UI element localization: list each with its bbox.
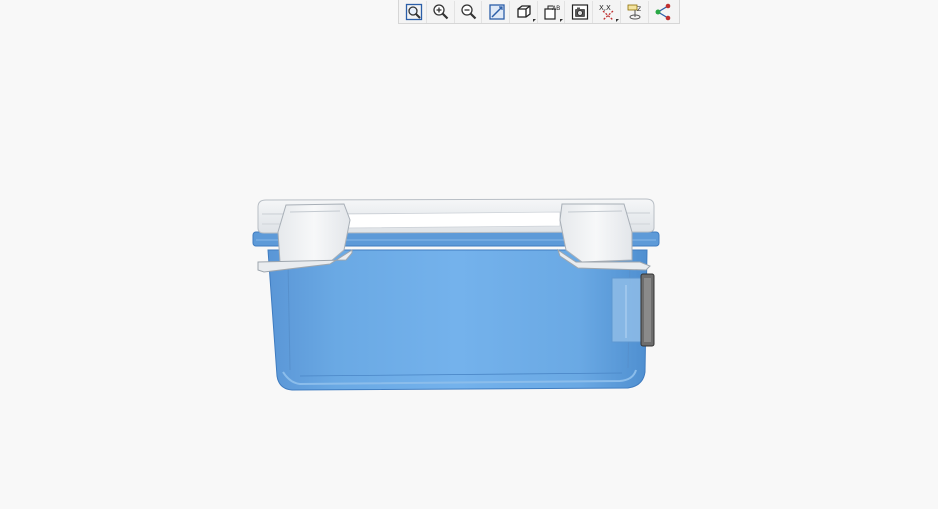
container-body — [267, 249, 648, 391]
side-latch — [611, 273, 655, 347]
container-3d-model[interactable] — [0, 0, 938, 509]
graphics-window[interactable]: AB X,X Z — [0, 0, 938, 509]
